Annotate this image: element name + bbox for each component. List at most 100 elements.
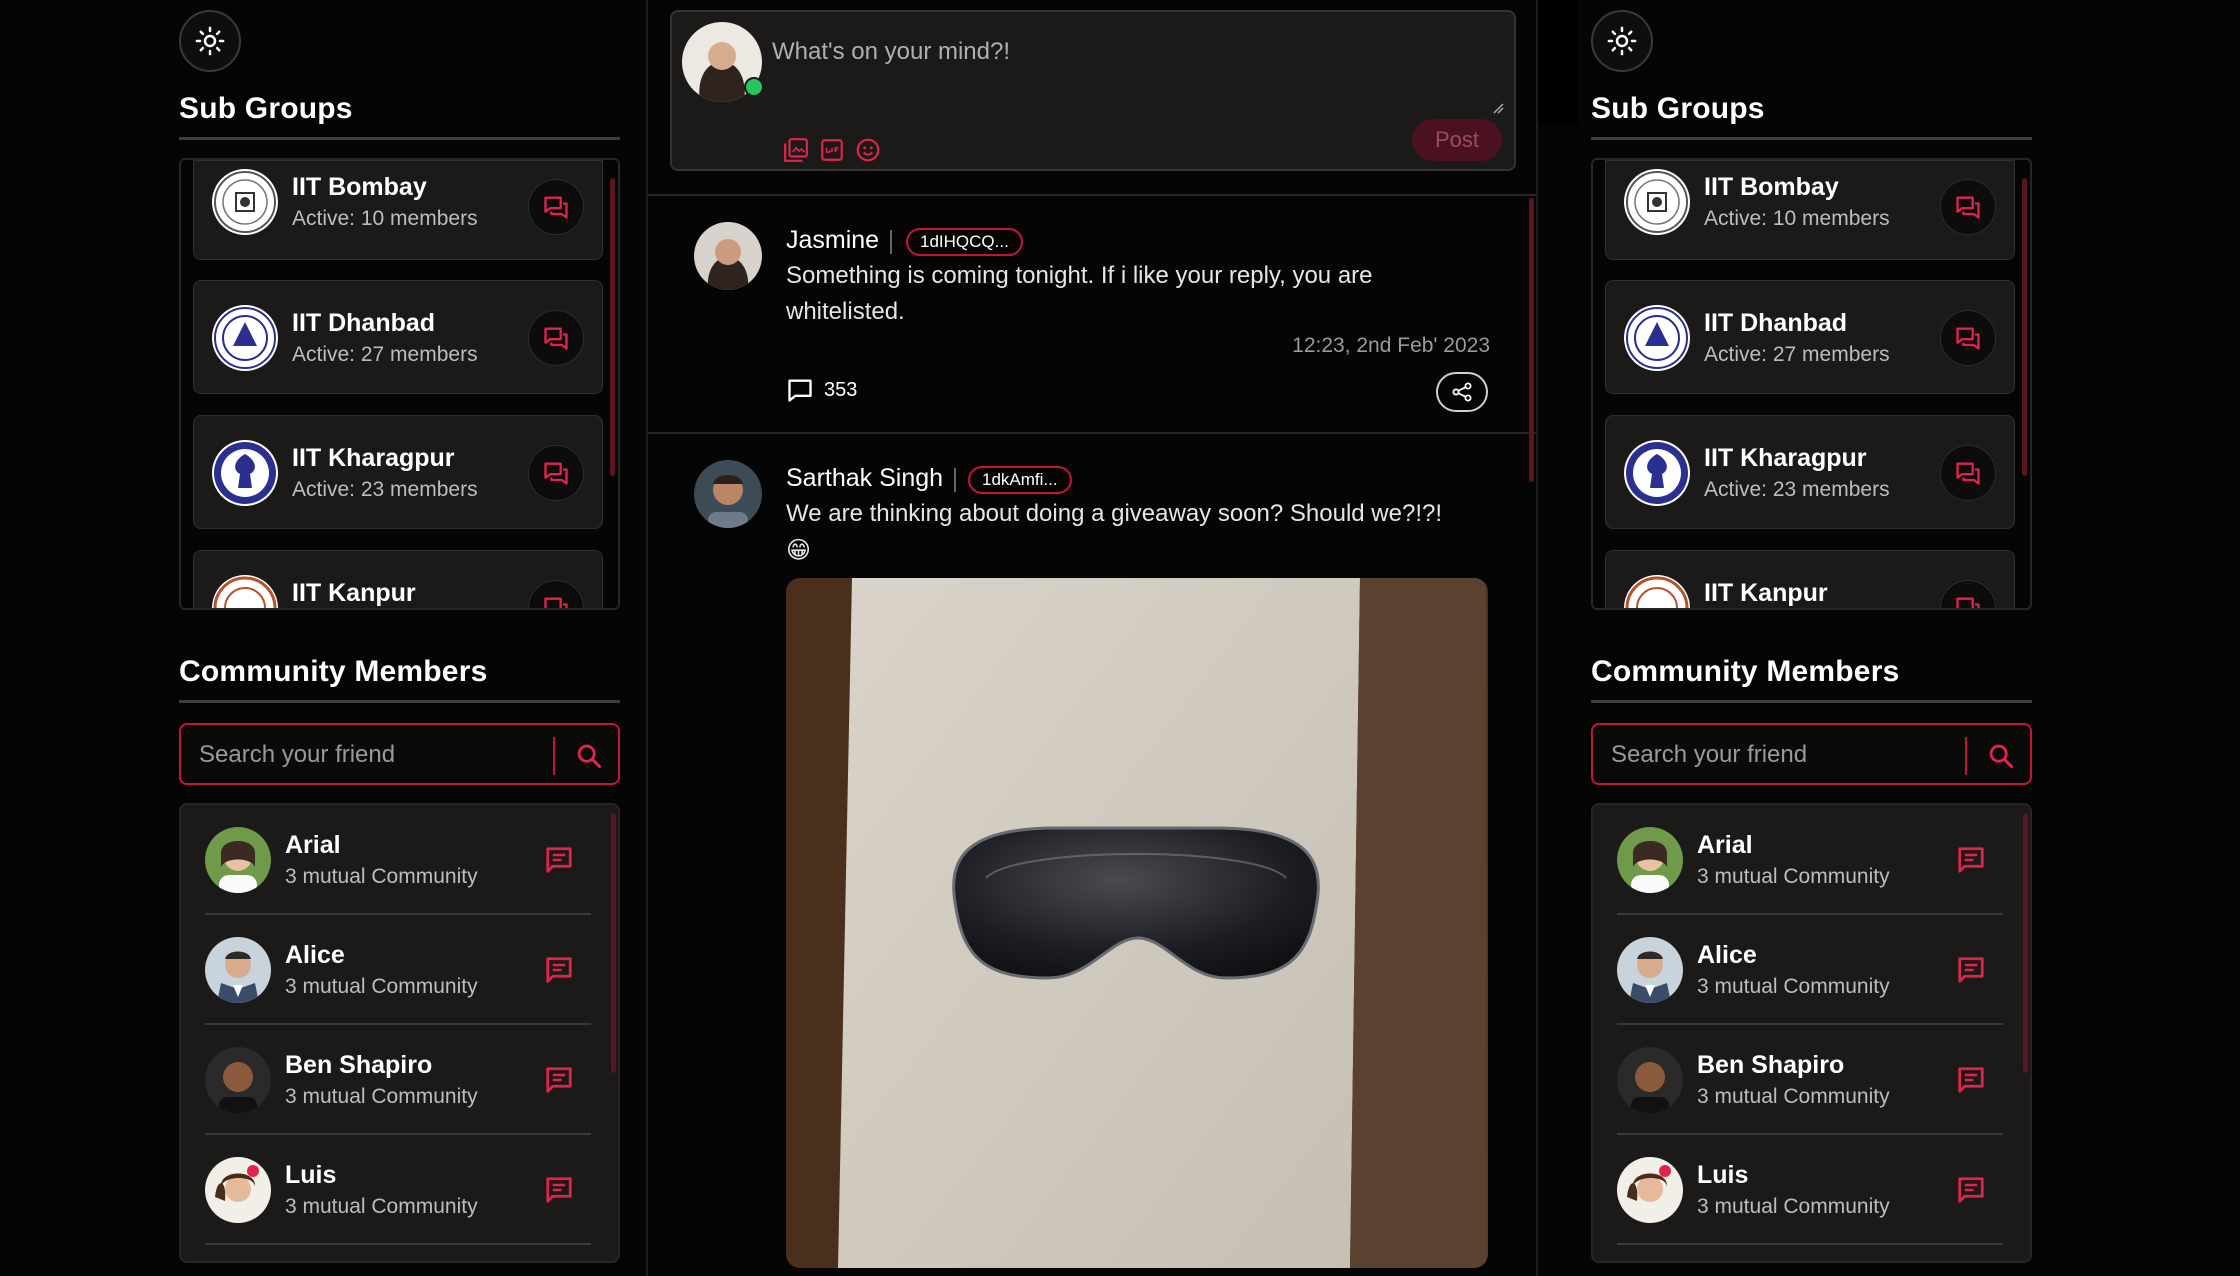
online-status-dot	[744, 77, 764, 97]
wallet-tag[interactable]: 1dIHQCQ...	[906, 228, 1023, 256]
group-card-iit-kanpur[interactable]: IIT Kanpur	[1605, 550, 2015, 608]
group-name: IIT Dhanbad	[292, 309, 436, 337]
scrollbar[interactable]	[611, 813, 616, 1073]
scrollbar[interactable]	[2023, 813, 2028, 1073]
divider	[1591, 137, 2032, 140]
list-item[interactable]: Arial 3 mutual Community	[205, 805, 591, 915]
list-item[interactable]: Ben Shapiro 3 mutual Community	[1617, 1025, 2003, 1135]
avatar	[205, 937, 271, 1003]
group-card-iit-kharagpur[interactable]: IIT Kharagpur Active: 23 members	[193, 415, 603, 529]
group-active-count: Active: 23 members	[1704, 478, 1890, 501]
group-logo	[1624, 305, 1690, 371]
group-chat-button[interactable]	[1940, 580, 1996, 608]
group-active-count: Active: 10 members	[292, 207, 478, 230]
resize-handle-icon[interactable]	[1492, 102, 1504, 114]
group-name: IIT Bombay	[292, 173, 427, 201]
avatar[interactable]	[694, 222, 762, 290]
member-mutual: 3 mutual Community	[285, 865, 478, 888]
avatar	[1617, 1047, 1683, 1113]
group-card-iit-dhanbad[interactable]: IIT Dhanbad Active: 27 members	[193, 280, 603, 394]
group-chat-button[interactable]	[528, 445, 584, 501]
member-mutual: 3 mutual Community	[1697, 1085, 1890, 1108]
chat-icon[interactable]	[1955, 1175, 1987, 1205]
members-list[interactable]: Arial 3 mutual Community Alice 3 mutual …	[1591, 803, 2032, 1263]
search-input[interactable]	[199, 739, 529, 771]
member-name: Alice	[1697, 941, 1757, 969]
group-card-iit-kharagpur[interactable]: IIT Kharagpur Active: 23 members	[1605, 415, 2015, 529]
sub-groups-title: Sub Groups	[179, 92, 353, 125]
theme-toggle-button[interactable]	[179, 10, 241, 72]
group-chat-button[interactable]	[1940, 310, 1996, 366]
group-card-iit-kanpur[interactable]: IIT Kanpur	[193, 550, 603, 608]
search-button[interactable]	[569, 737, 609, 775]
post-button[interactable]: Post	[1412, 119, 1502, 161]
scrollbar[interactable]	[1529, 198, 1534, 482]
group-chat-button[interactable]	[528, 179, 584, 235]
post-author[interactable]: Jasmine	[786, 226, 879, 255]
list-item[interactable]: Arial 3 mutual Community	[1617, 805, 2003, 915]
list-item[interactable]: Alice 3 mutual Community	[1617, 915, 2003, 1025]
chat-icon[interactable]	[543, 955, 575, 985]
group-name: IIT Kharagpur	[1704, 444, 1867, 472]
search-divider	[1965, 737, 1967, 775]
list-item[interactable]: Luis 3 mutual Community	[1617, 1135, 2003, 1245]
share-button[interactable]	[1436, 372, 1488, 412]
member-name: Arial	[285, 831, 341, 859]
avatar	[1617, 827, 1683, 893]
image-icon[interactable]	[782, 136, 810, 164]
comments-button[interactable]: 353	[786, 376, 857, 404]
group-card-iit-bombay[interactable]: IIT Bombay Active: 10 members	[1605, 160, 2015, 260]
chat-icon[interactable]	[543, 1175, 575, 1205]
group-active-count: Active: 27 members	[1704, 343, 1890, 366]
avatar[interactable]	[694, 460, 762, 528]
chat-icon[interactable]	[1955, 955, 1987, 985]
list-item[interactable]: Ben Shapiro 3 mutual Community	[205, 1025, 591, 1135]
group-logo	[212, 575, 278, 608]
member-mutual: 3 mutual Community	[285, 1195, 478, 1218]
search-icon	[575, 742, 603, 770]
search-input[interactable]	[1611, 739, 1941, 771]
scrollbar[interactable]	[2022, 178, 2027, 476]
search-button[interactable]	[1981, 737, 2021, 775]
sub-groups-list[interactable]: IIT Bombay Active: 10 members IIT Dhanba…	[1591, 158, 2032, 610]
post-input[interactable]	[772, 38, 1502, 118]
search-icon	[1987, 742, 2015, 770]
divider	[179, 700, 620, 703]
group-logo	[212, 440, 278, 506]
sub-groups-title: Sub Groups	[1591, 92, 1765, 125]
gif-icon[interactable]	[818, 136, 846, 164]
group-card-iit-dhanbad[interactable]: IIT Dhanbad Active: 27 members	[1605, 280, 2015, 394]
forum-icon	[1954, 193, 1982, 221]
scrollbar[interactable]	[610, 178, 615, 476]
group-chat-button[interactable]	[1940, 179, 1996, 235]
post-card: Jasmine 1dIHQCQ... Something is coming t…	[648, 194, 1536, 434]
list-item[interactable]: Alice 3 mutual Community	[205, 915, 591, 1025]
feed: Post Jasmine 1dIHQCQ... Something is com…	[646, 0, 1538, 1276]
wallet-tag[interactable]: 1dkAmfi...	[968, 466, 1072, 494]
chat-icon[interactable]	[1955, 1065, 1987, 1095]
post-image[interactable]	[786, 578, 1488, 1268]
divider	[1591, 700, 2032, 703]
post-author[interactable]: Sarthak Singh	[786, 464, 943, 493]
members-list[interactable]: Arial 3 mutual Community Alice 3 mutual …	[179, 803, 620, 1263]
group-chat-button[interactable]	[528, 580, 584, 608]
group-name: IIT Kanpur	[292, 579, 416, 607]
theme-toggle-button[interactable]	[1591, 10, 1653, 72]
community-members-title: Community Members	[179, 655, 488, 688]
chat-icon[interactable]	[543, 845, 575, 875]
group-card-iit-bombay[interactable]: IIT Bombay Active: 10 members	[193, 160, 603, 260]
right-sidebar: Sub Groups IIT Bombay Active: 10 members…	[1591, 0, 2034, 1276]
group-chat-button[interactable]	[1940, 445, 1996, 501]
list-item[interactable]: Luis 3 mutual Community	[205, 1135, 591, 1245]
group-chat-button[interactable]	[528, 310, 584, 366]
sub-groups-list[interactable]: IIT Bombay Active: 10 members IIT Dhanba…	[179, 158, 620, 610]
comment-icon	[788, 379, 812, 402]
forum-icon	[1954, 324, 1982, 352]
forum-icon	[1954, 459, 1982, 487]
group-logo	[212, 305, 278, 371]
chat-icon[interactable]	[1955, 845, 1987, 875]
chat-icon[interactable]	[543, 1065, 575, 1095]
forum-icon	[542, 193, 570, 221]
group-name: IIT Kanpur	[1704, 579, 1828, 607]
emoji-icon[interactable]	[854, 136, 882, 164]
